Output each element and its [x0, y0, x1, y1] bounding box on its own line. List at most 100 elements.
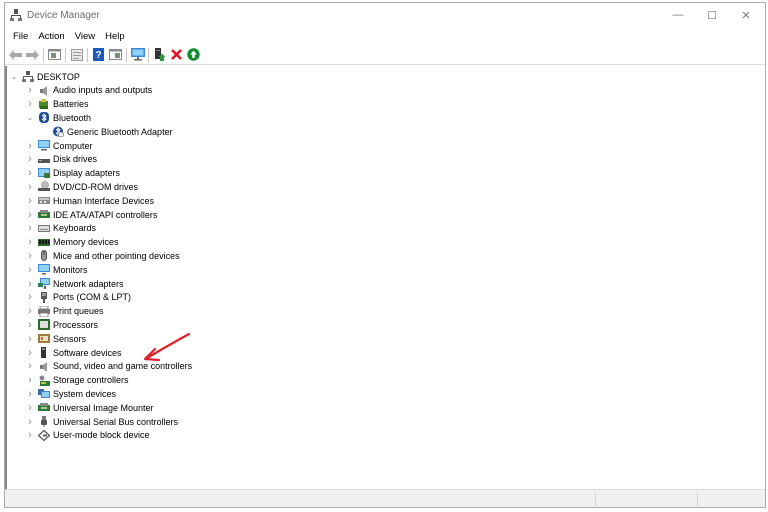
menu-help[interactable]: Help	[100, 31, 130, 42]
chevron-right-icon[interactable]: ›	[25, 236, 35, 248]
uninstall-button[interactable]	[168, 47, 185, 63]
tree-child-item[interactable]: Generic Bluetooth Adapter	[39, 125, 173, 138]
printer-icon	[38, 305, 50, 317]
tree-item[interactable]: › Batteries	[25, 98, 88, 111]
mouse-icon	[41, 250, 47, 262]
tree-item-label: Memory devices	[53, 237, 119, 248]
tree-item[interactable]: › Storage controllers	[25, 374, 128, 387]
tree-item-label: Keyboards	[53, 223, 97, 234]
status-bar-divider	[697, 492, 698, 506]
properties-button[interactable]	[68, 47, 85, 63]
tree-item-label: Sensors	[53, 333, 87, 344]
tree-item[interactable]: › Network adapters	[25, 277, 124, 290]
tree-item[interactable]: ⌄ Bluetooth	[25, 111, 91, 124]
tree-item[interactable]: › IDE ATA/ATAPI controllers	[25, 208, 157, 221]
tree-item-label: Bluetooth	[53, 112, 92, 123]
menu-action[interactable]: Action	[33, 31, 69, 42]
chevron-right-icon[interactable]: ›	[25, 140, 35, 152]
toolbar-separator	[148, 47, 149, 62]
device-tree[interactable]: ⌄ DESKTOP › Audio inputs and outputs › Batt…	[5, 66, 765, 489]
tree-item[interactable]: › System devices	[25, 387, 116, 400]
tree-item[interactable]: › Universal Serial Bus controllers	[25, 415, 178, 428]
chevron-right-icon[interactable]: ›	[25, 98, 35, 110]
maximize-button[interactable]: ☐	[695, 3, 729, 27]
tree-item-label: System devices	[53, 388, 117, 399]
chevron-right-icon[interactable]: ›	[25, 209, 35, 221]
tree-item[interactable]: › Sensors	[25, 332, 86, 345]
update-driver-button[interactable]	[151, 47, 168, 63]
tree-item-label: Ports (COM & LPT)	[53, 292, 132, 303]
tree-item-label: Computer	[53, 140, 93, 151]
close-icon: ✕	[741, 9, 751, 22]
close-button[interactable]: ✕	[729, 3, 763, 27]
chevron-right-icon[interactable]: ›	[25, 305, 35, 317]
tree-item[interactable]: › Memory devices	[25, 236, 119, 249]
chevron-right-icon[interactable]: ›	[25, 429, 35, 441]
chevron-right-icon[interactable]: ›	[25, 416, 35, 428]
status-bar-divider	[595, 492, 596, 506]
help-button[interactable]: ?	[90, 47, 107, 63]
tree-item[interactable]: › Mice and other pointing devices	[25, 249, 180, 262]
tree-item[interactable]: › Print queues	[25, 305, 103, 318]
chevron-right-icon[interactable]: ›	[25, 222, 35, 234]
tree-item-label: Mice and other pointing devices	[53, 250, 180, 261]
chevron-down-icon[interactable]: ⌄	[25, 113, 35, 122]
tree-item-label: Generic Bluetooth Adapter	[67, 126, 173, 137]
tree-item[interactable]: › DVD/CD-ROM drives	[25, 180, 138, 193]
show-action-pane-button[interactable]	[107, 47, 124, 63]
chevron-right-icon[interactable]: ›	[25, 250, 35, 262]
minimize-icon: —	[672, 9, 684, 21]
tree-item[interactable]: › Ports (COM & LPT)	[25, 291, 131, 304]
uninstall-icon	[171, 49, 182, 60]
device-manager-window: Device Manager — ☐ ✕ File Action View He…	[4, 2, 766, 508]
tree-root-label: DESKTOP	[37, 71, 80, 82]
tree-item-label: Software devices	[53, 347, 122, 358]
scan-hardware-button[interactable]	[129, 47, 146, 63]
forward-button[interactable]	[24, 47, 41, 63]
chevron-right-icon[interactable]: ›	[25, 347, 35, 359]
tree-item[interactable]: › Keyboards	[25, 222, 96, 235]
toolbar-separator	[126, 47, 127, 62]
properties-icon	[70, 48, 83, 61]
tree-item[interactable]: › User-mode block device	[25, 429, 149, 442]
chevron-right-icon[interactable]: ›	[25, 84, 35, 96]
show-hide-console-tree-icon	[48, 49, 61, 60]
tree-item-label: Network adapters	[53, 278, 124, 289]
disk-drive-icon	[38, 158, 50, 163]
menu-file[interactable]: File	[8, 31, 33, 42]
enable-device-icon	[187, 48, 200, 61]
tree-item[interactable]: › Display adapters	[25, 167, 120, 180]
tree-item[interactable]: › Audio inputs and outputs	[25, 84, 152, 97]
chevron-right-icon[interactable]: ›	[25, 181, 35, 193]
chevron-right-icon[interactable]: ›	[25, 402, 35, 414]
battery-icon	[39, 98, 48, 109]
chevron-right-icon[interactable]: ›	[25, 388, 35, 400]
tree-item[interactable]: › Human Interface Devices	[25, 194, 154, 207]
chevron-right-icon[interactable]: ›	[25, 374, 35, 386]
tree-item[interactable]: › Computer	[25, 139, 93, 152]
chevron-right-icon[interactable]: ›	[25, 264, 35, 276]
chevron-right-icon[interactable]: ›	[25, 291, 35, 303]
back-button[interactable]	[7, 47, 24, 63]
tree-item[interactable]: › Software devices	[25, 346, 122, 359]
tree-item-label: Processors	[53, 319, 99, 330]
menu-view[interactable]: View	[70, 31, 100, 42]
tree-item[interactable]: › Monitors	[25, 263, 87, 276]
chevron-right-icon[interactable]: ›	[25, 167, 35, 179]
tree-item[interactable]: › Disk drives	[25, 153, 97, 166]
chevron-down-icon[interactable]: ⌄	[9, 72, 19, 81]
tree-item[interactable]: › Processors	[25, 318, 98, 331]
menu-bar: File Action View Help	[5, 27, 765, 45]
chevron-right-icon[interactable]: ›	[25, 360, 35, 372]
chevron-right-icon[interactable]: ›	[25, 278, 35, 290]
update-driver-icon	[154, 48, 165, 61]
chevron-right-icon[interactable]: ›	[25, 319, 35, 331]
tree-root-desktop[interactable]: ⌄ DESKTOP	[9, 70, 80, 83]
tree-item[interactable]: › Universal Image Mounter	[25, 401, 153, 414]
chevron-right-icon[interactable]: ›	[25, 153, 35, 165]
show-hide-console-tree-button[interactable]	[46, 47, 63, 63]
chevron-right-icon[interactable]: ›	[25, 195, 35, 207]
minimize-button[interactable]: —	[661, 3, 695, 27]
enable-device-button[interactable]	[185, 47, 202, 63]
chevron-right-icon[interactable]: ›	[25, 333, 35, 345]
